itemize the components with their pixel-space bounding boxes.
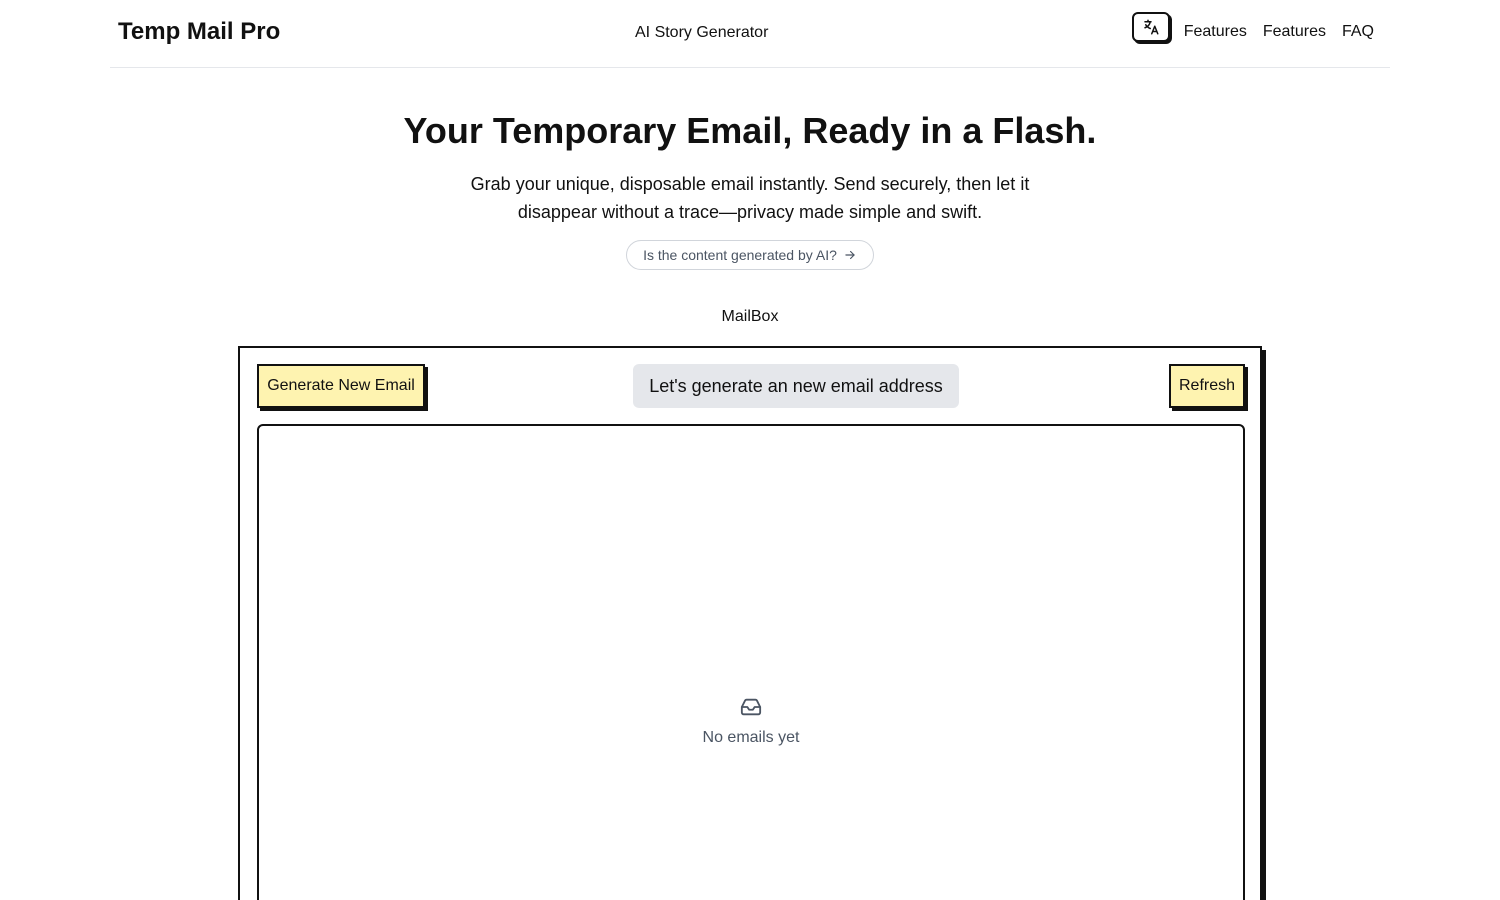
nav-link-features[interactable]: Features bbox=[1184, 17, 1247, 41]
brand-logo[interactable]: Temp Mail Pro bbox=[118, 18, 280, 46]
translate-icon bbox=[1143, 19, 1159, 35]
mailbox-panel: Generate New Email Let's generate an new… bbox=[238, 346, 1262, 900]
inbox-icon bbox=[739, 696, 763, 718]
empty-state: No emails yet bbox=[259, 696, 1243, 747]
email-address-display[interactable]: Let's generate an new email address bbox=[633, 364, 959, 408]
hero-subtitle: Grab your unique, disposable email insta… bbox=[470, 174, 1030, 222]
ai-badge-label: Is the content generated by AI? bbox=[643, 247, 837, 263]
inbox-list: No emails yet bbox=[257, 424, 1245, 900]
ai-content-badge[interactable]: Is the content generated by AI? bbox=[626, 240, 874, 270]
generate-email-button[interactable]: Generate New Email bbox=[257, 364, 425, 408]
arrow-right-icon bbox=[843, 248, 857, 262]
site-header: Temp Mail Pro AI Story Generator Feature… bbox=[110, 0, 1390, 68]
top-nav: Features Features FAQ bbox=[1131, 12, 1374, 42]
mailbox-label: MailBox bbox=[721, 308, 779, 325]
language-switch-button[interactable] bbox=[1131, 12, 1170, 42]
refresh-button[interactable]: Refresh bbox=[1169, 364, 1245, 408]
empty-inbox-text: No emails yet bbox=[702, 729, 800, 746]
nav-link-ai-story-generator[interactable]: AI Story Generator bbox=[635, 24, 768, 42]
page-title: Your Temporary Email, Ready in a Flash. bbox=[403, 110, 1097, 151]
nav-link-faq[interactable]: FAQ bbox=[1342, 17, 1374, 41]
nav-link-features-2[interactable]: Features bbox=[1263, 17, 1326, 41]
